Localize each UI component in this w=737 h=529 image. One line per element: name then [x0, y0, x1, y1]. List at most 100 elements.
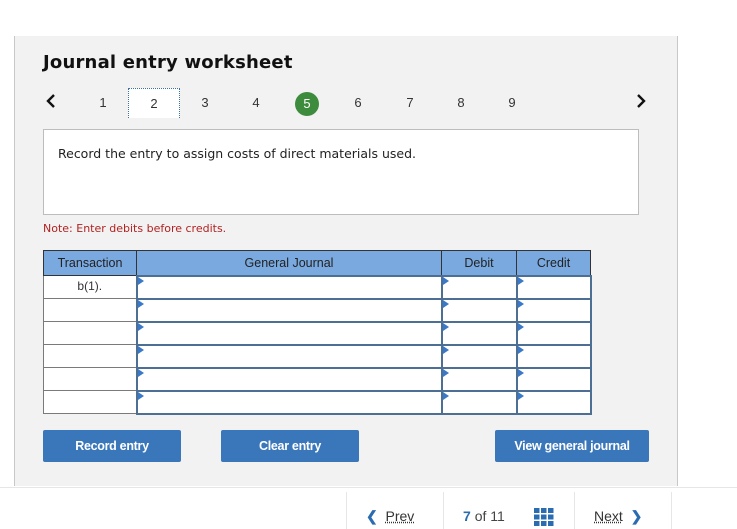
credit-input[interactable] — [517, 368, 590, 390]
pager-page-3[interactable]: 3 — [194, 95, 216, 110]
dropdown-marker-icon — [137, 391, 144, 400]
transaction-cell — [43, 298, 137, 322]
journal-header-row: Transaction General Journal Debit Credit — [43, 250, 591, 276]
pager-page-4[interactable]: 4 — [245, 95, 267, 110]
credit-cell[interactable] — [515, 274, 592, 300]
dropdown-marker-icon — [517, 322, 524, 331]
dropdown-marker-icon — [137, 276, 144, 285]
dropdown-marker-icon — [442, 299, 449, 308]
footer-separator — [346, 492, 347, 529]
footer-divider — [0, 487, 737, 488]
debit-cell[interactable] — [440, 320, 518, 346]
pager-prev-button[interactable] — [45, 93, 57, 109]
dropdown-marker-icon — [442, 368, 449, 377]
worksheet-title: Journal entry worksheet — [43, 52, 293, 73]
account-input[interactable] — [137, 299, 441, 321]
transaction-cell — [43, 390, 137, 414]
debit-cell[interactable] — [440, 343, 518, 369]
question-counter: 7 of 11 — [463, 508, 505, 524]
debit-cell[interactable] — [440, 366, 518, 392]
credit-cell[interactable] — [515, 320, 592, 346]
credit-input[interactable] — [517, 276, 590, 298]
view-general-journal-button[interactable]: View general journal — [495, 430, 649, 462]
account-input[interactable] — [137, 276, 441, 298]
table-row — [43, 297, 592, 323]
dropdown-marker-icon — [137, 368, 144, 377]
debit-input[interactable] — [442, 391, 516, 413]
next-question-button[interactable]: Next ❯ — [594, 508, 642, 525]
dropdown-marker-icon — [442, 322, 449, 331]
debit-cell[interactable] — [440, 389, 518, 415]
debit-input[interactable] — [442, 322, 516, 344]
pager-page-9[interactable]: 9 — [501, 95, 523, 110]
dropdown-marker-icon — [517, 299, 524, 308]
debit-credit-note: Note: Enter debits before credits. — [43, 222, 227, 235]
dropdown-marker-icon — [517, 276, 524, 285]
account-cell[interactable] — [135, 366, 443, 392]
account-cell[interactable] — [135, 274, 443, 300]
transaction-cell — [43, 344, 137, 368]
dropdown-marker-icon — [442, 345, 449, 354]
dropdown-marker-icon — [517, 391, 524, 400]
clear-entry-button[interactable]: Clear entry — [221, 430, 359, 462]
dropdown-marker-icon — [137, 299, 144, 308]
prev-label: Prev — [385, 508, 415, 524]
journal-table: Transaction General Journal Debit Credit… — [43, 250, 592, 415]
prompt-text: Record the entry to assign costs of dire… — [58, 146, 417, 161]
transaction-cell — [43, 367, 137, 391]
credit-cell[interactable] — [515, 389, 592, 415]
credit-cell[interactable] — [515, 343, 592, 369]
credit-cell[interactable] — [515, 297, 592, 323]
dropdown-marker-icon — [442, 276, 449, 285]
debit-input[interactable] — [442, 276, 516, 298]
table-row — [43, 320, 592, 346]
header-transaction: Transaction — [43, 250, 137, 276]
table-row — [43, 389, 592, 415]
credit-input[interactable] — [517, 299, 590, 321]
account-input[interactable] — [137, 322, 441, 344]
prev-question-button[interactable]: ❮ Prev — [366, 508, 414, 525]
debit-cell[interactable] — [440, 274, 518, 300]
pager-page-7[interactable]: 7 — [399, 95, 421, 110]
debit-input[interactable] — [442, 368, 516, 390]
chevron-left-icon — [46, 94, 55, 108]
account-input[interactable] — [137, 345, 441, 367]
question-pager: 1 2 3 4 5 6 7 8 9 — [0, 88, 737, 120]
account-input[interactable] — [137, 391, 441, 413]
header-debit: Debit — [441, 250, 517, 276]
account-input[interactable] — [137, 368, 441, 390]
pager-page-8[interactable]: 8 — [450, 95, 472, 110]
table-row: b(1). — [43, 274, 592, 300]
credit-input[interactable] — [517, 322, 590, 344]
dropdown-marker-icon — [137, 322, 144, 331]
header-credit: Credit — [516, 250, 591, 276]
debit-cell[interactable] — [440, 297, 518, 323]
grid-icon[interactable] — [534, 508, 554, 526]
debit-input[interactable] — [442, 345, 516, 367]
footer-separator — [443, 492, 444, 529]
chevron-left-icon: ❮ — [366, 508, 378, 524]
dropdown-marker-icon — [137, 345, 144, 354]
pager-page-5-completed[interactable]: 5 — [295, 92, 319, 116]
debit-input[interactable] — [442, 299, 516, 321]
record-entry-button[interactable]: Record entry — [43, 430, 181, 462]
table-row — [43, 366, 592, 392]
of-label: of — [474, 508, 487, 524]
credit-input[interactable] — [517, 391, 590, 413]
pager-page-2[interactable]: 2 — [128, 88, 180, 118]
account-cell[interactable] — [135, 297, 443, 323]
credit-input[interactable] — [517, 345, 590, 367]
header-general-journal: General Journal — [136, 250, 442, 276]
pager-next-button[interactable] — [635, 93, 647, 109]
account-cell[interactable] — [135, 343, 443, 369]
total-questions: 11 — [490, 508, 505, 524]
transaction-cell — [43, 321, 137, 345]
account-cell[interactable] — [135, 389, 443, 415]
dropdown-marker-icon — [517, 368, 524, 377]
chevron-right-icon: ❯ — [630, 508, 643, 524]
pager-page-1[interactable]: 1 — [92, 95, 114, 110]
account-cell[interactable] — [135, 320, 443, 346]
credit-cell[interactable] — [515, 366, 592, 392]
pager-page-6[interactable]: 6 — [347, 95, 369, 110]
footer-separator — [574, 492, 575, 529]
